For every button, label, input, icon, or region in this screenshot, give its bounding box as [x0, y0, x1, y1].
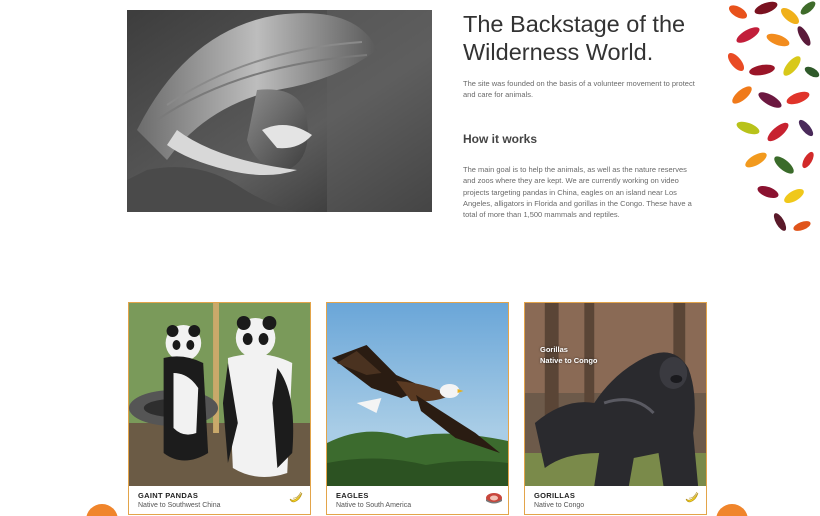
- hero-text-block: The Backstage of the Wilderness World. T…: [463, 10, 703, 220]
- card-native-region: Native to South America: [336, 502, 412, 509]
- card-caption: GORILLAS Native to Congo: [525, 486, 706, 514]
- pandas-image: [129, 303, 310, 486]
- animal-card-eagles[interactable]: EAGLES Native to South America: [326, 302, 509, 515]
- page-title: The Backstage of the Wilderness World.: [463, 11, 686, 65]
- leaves-illustration: [727, 1, 820, 231]
- card-caption: EAGLES Native to South America: [327, 486, 508, 514]
- how-it-works-paragraph: The main goal is to help the animals, as…: [463, 165, 692, 220]
- carousel-prev-button[interactable]: [86, 504, 118, 516]
- old-man-portrait-image: [127, 10, 432, 212]
- overlay-title: Gorillas: [540, 345, 568, 354]
- intro-paragraph: The site was founded on the basis of a v…: [463, 79, 695, 99]
- decorative-leaves: [718, 0, 820, 245]
- banana-icon: [685, 491, 699, 503]
- overlay-subtitle: Native to Congo: [540, 356, 598, 365]
- card-native-region: Native to Southwest China: [138, 502, 221, 509]
- card-native-region: Native to Congo: [534, 502, 585, 509]
- card-title: GORILLAS: [534, 491, 576, 500]
- eagles-image: [327, 303, 508, 486]
- how-it-works-heading: How it works: [463, 132, 538, 146]
- banana-icon: [289, 491, 303, 503]
- hero-photo: [127, 10, 432, 212]
- animal-card-gorillas[interactable]: Gorillas Native to Congo GORILLAS Native…: [524, 302, 707, 515]
- card-title: GAINT PANDAS: [138, 491, 199, 500]
- card-title: EAGLES: [336, 491, 369, 500]
- meat-icon: [486, 493, 502, 504]
- card-caption: GAINT PANDAS Native to Southwest China: [129, 486, 310, 514]
- gorillas-image-overlay: Gorillas Native to Congo: [540, 344, 598, 366]
- gorillas-image: Gorillas Native to Congo: [525, 303, 706, 486]
- animal-card-pandas[interactable]: GAINT PANDAS Native to Southwest China: [128, 302, 311, 515]
- carousel-next-button[interactable]: [716, 504, 748, 516]
